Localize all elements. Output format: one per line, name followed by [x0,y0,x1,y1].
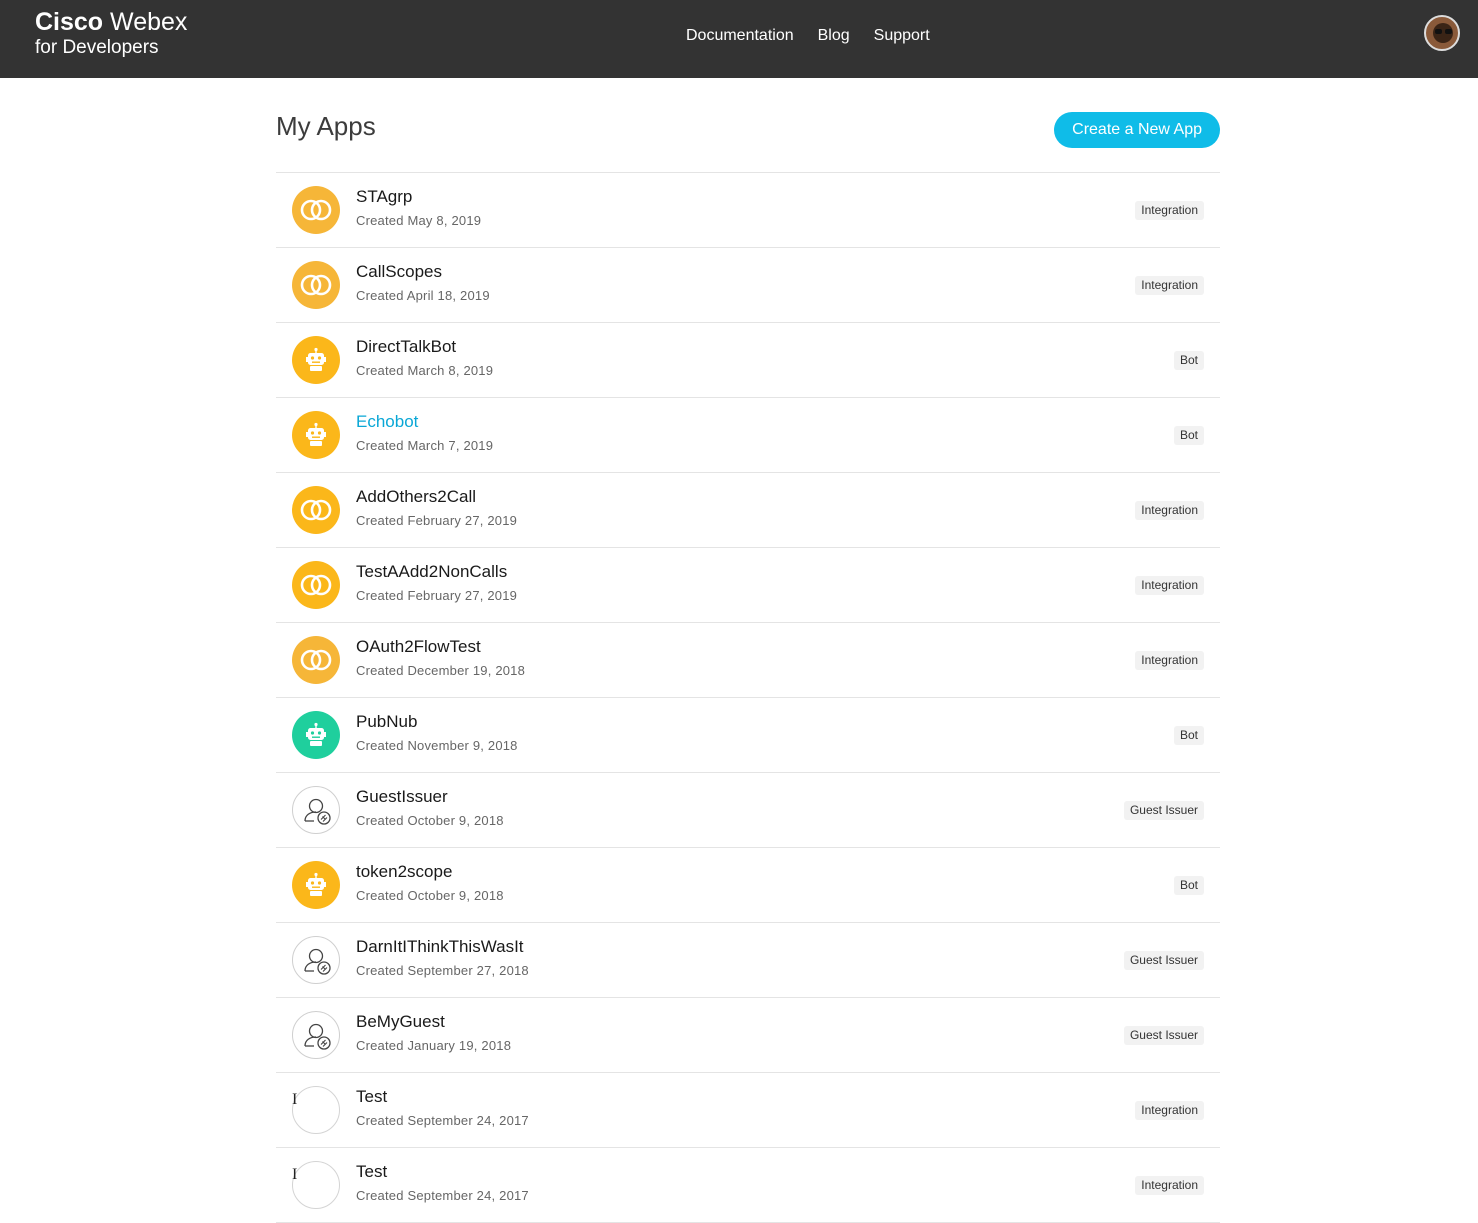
app-name[interactable]: CallScopes [356,262,442,282]
app-name[interactable]: GuestIssuer [356,787,448,807]
guest-user-icon [292,1011,340,1059]
app-type-badge: Integration [1135,1176,1204,1195]
app-row[interactable]: CallScopes Created April 18, 2019 Integrat… [276,248,1220,323]
broken-image-alt-text: I [292,1091,298,1108]
app-created-date: Created March 7, 2019 [356,438,494,453]
bot-icon [292,711,340,759]
top-navigation-bar: Cisco Webex for Developers Documentation… [0,0,1478,78]
guest-user-icon [292,936,340,984]
broken-image-icon: I [292,1086,340,1134]
app-type-badge: Integration [1135,276,1204,295]
brand-name-bold: Cisco [35,8,104,36]
app-type-badge: Integration [1135,201,1204,220]
app-row[interactable]: DarnItIThinkThisWasIt Created September 2… [276,923,1220,998]
app-created-date: Created February 27, 2019 [356,588,518,603]
bot-icon [292,861,340,909]
app-row[interactable]: OAuth2FlowTest Created December 19, 2018 I… [276,623,1220,698]
app-row[interactable]: GuestIssuer Created October 9, 2018 Guest … [276,773,1220,848]
brand-subtitle: for Developers [35,37,159,58]
app-type-badge: Integration [1135,576,1204,595]
app-type-badge: Bot [1173,876,1204,895]
nav-blog[interactable]: Blog [818,27,850,45]
app-name[interactable]: DarnItIThinkThisWasIt [356,937,524,957]
app-row[interactable]: I Test Created September 24, 2017 Integrati… [276,1148,1220,1223]
app-name[interactable]: OAuth2FlowTest [356,637,481,657]
page-header: My Apps Create a New App [276,78,1220,172]
app-row[interactable]: AddOthers2Call Created February 27, 2019 I… [276,473,1220,548]
avatar-glasses-left [1435,29,1442,34]
nav-support[interactable]: Support [874,27,930,45]
integration-rings-icon [292,636,340,684]
guest-user-icon [292,786,340,834]
app-type-badge: Bot [1173,351,1204,370]
app-row[interactable]: BeMyGuest Created January 19, 2018 Guest I… [276,998,1220,1073]
app-created-date: Created May 8, 2019 [356,213,482,228]
app-created-date: Created January 19, 2018 [356,1038,512,1053]
app-row[interactable]: DirectTalkBot Created March 8, 2019 Bot [276,323,1220,398]
page-title: My Apps [276,111,376,141]
integration-rings-icon [292,561,340,609]
app-row[interactable]: TestAAdd2NonCalls Created February 27, 20… [276,548,1220,623]
app-name[interactable]: DirectTalkBot [356,337,456,357]
app-name[interactable]: BeMyGuest [356,1012,445,1032]
app-name[interactable]: TestAAdd2NonCalls [356,562,507,582]
integration-rings-icon [292,186,340,234]
broken-image-icon: I [292,1161,340,1209]
user-avatar[interactable] [1424,15,1460,51]
app-created-date: Created April 18, 2019 [356,288,490,303]
app-name[interactable]: token2scope [356,862,452,882]
app-name[interactable]: Echobot [356,412,418,432]
app-created-date: Created October 9, 2018 [356,813,504,828]
app-name[interactable]: Test [356,1162,387,1182]
app-created-date: Created September 24, 2017 [356,1113,529,1128]
app-type-badge: Bot [1173,426,1204,445]
create-new-app-button[interactable]: Create a New App [1054,112,1220,148]
bot-icon [292,411,340,459]
app-type-badge: Integration [1135,651,1204,670]
app-row[interactable]: I Test Created September 24, 2017 Integrati… [276,1073,1220,1148]
avatar-glasses-right [1445,29,1452,34]
bot-icon [292,336,340,384]
app-type-badge: Bot [1173,726,1204,745]
app-created-date: Created November 9, 2018 [356,738,518,753]
app-name[interactable]: STAgrp [356,187,412,207]
app-type-badge: Integration [1135,1101,1204,1120]
app-list: STAgrp Created May 8, 2019 Integration Call… [276,172,1220,1223]
app-created-date: Created September 24, 2017 [356,1188,529,1203]
app-name[interactable]: PubNub [356,712,417,732]
integration-rings-icon [292,486,340,534]
integration-rings-icon [292,261,340,309]
broken-image-alt-text: I [292,1166,298,1183]
app-row[interactable]: STAgrp Created May 8, 2019 Integration [276,173,1220,248]
app-type-badge: Guest Issuer [1123,1026,1204,1045]
app-type-badge: Integration [1135,501,1204,520]
app-created-date: Created September 27, 2018 [356,963,529,978]
app-created-date: Created December 19, 2018 [356,663,526,678]
app-type-badge: Guest Issuer [1123,801,1204,820]
main-nav: Documentation Blog Support [686,27,930,45]
app-name[interactable]: Test [356,1087,387,1107]
brand-name-light: Webex [110,8,188,36]
nav-documentation[interactable]: Documentation [686,27,794,45]
app-type-badge: Guest Issuer [1123,951,1204,970]
app-row[interactable]: Echobot Created March 7, 2019 Bot [276,398,1220,473]
app-row[interactable]: PubNub Created November 9, 2018 Bot [276,698,1220,773]
main-content: My Apps Create a New App STAgrp Created M… [276,78,1220,1223]
app-name[interactable]: AddOthers2Call [356,487,476,507]
brand-logo[interactable]: Cisco Webex for Developers [35,9,187,61]
app-created-date: Created October 9, 2018 [356,888,504,903]
app-row[interactable]: token2scope Created October 9, 2018 Bot [276,848,1220,923]
app-created-date: Created March 8, 2019 [356,363,494,378]
app-created-date: Created February 27, 2019 [356,513,518,528]
